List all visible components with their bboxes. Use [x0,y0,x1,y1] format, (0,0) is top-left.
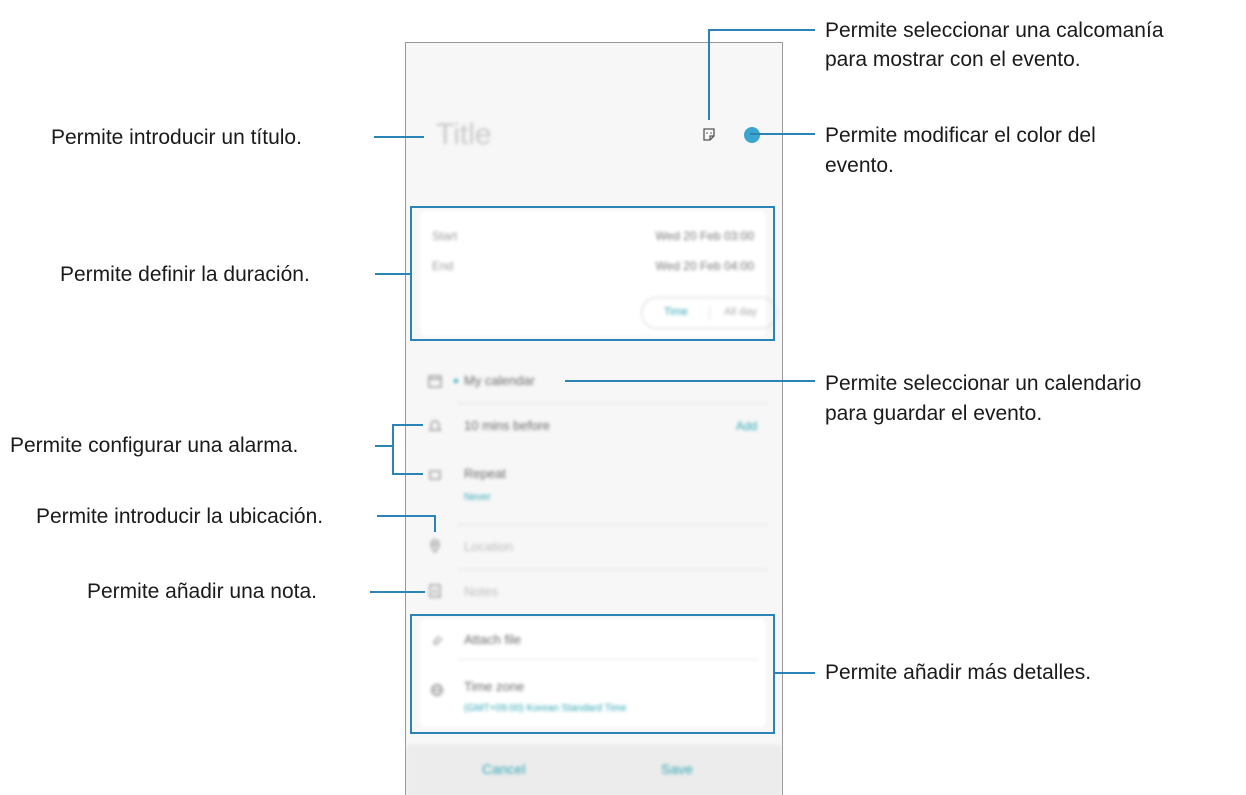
sticker-callout-text-2: para mostrar con el evento. [825,48,1081,71]
duration-callout-text: Permite definir la duración. [60,263,310,286]
sticker-callout-text-1: Permite seleccionar una calcomanía [825,19,1164,42]
alarm-callout-bracket [392,424,423,475]
details-callout-text: Permite añadir más detalles. [825,661,1092,684]
calendar-callout-text-1: Permite seleccionar un calendario [825,372,1142,395]
location-callout-text: Permite introducir la ubicación. [36,505,324,528]
title-callout-text: Permite introducir un título. [51,126,302,149]
location-callout-line [377,515,436,532]
sticker-callout-line [708,29,815,120]
note-callout-text: Permite añadir una nota. [87,580,317,603]
calendar-callout-text-2: para guardar el evento. [825,402,1043,425]
alarm-callout-text: Permite configurar una alarma. [10,434,299,457]
color-callout-text-1: Permite modificar el color del [825,124,1096,147]
color-callout-text-2: evento. [825,154,894,177]
